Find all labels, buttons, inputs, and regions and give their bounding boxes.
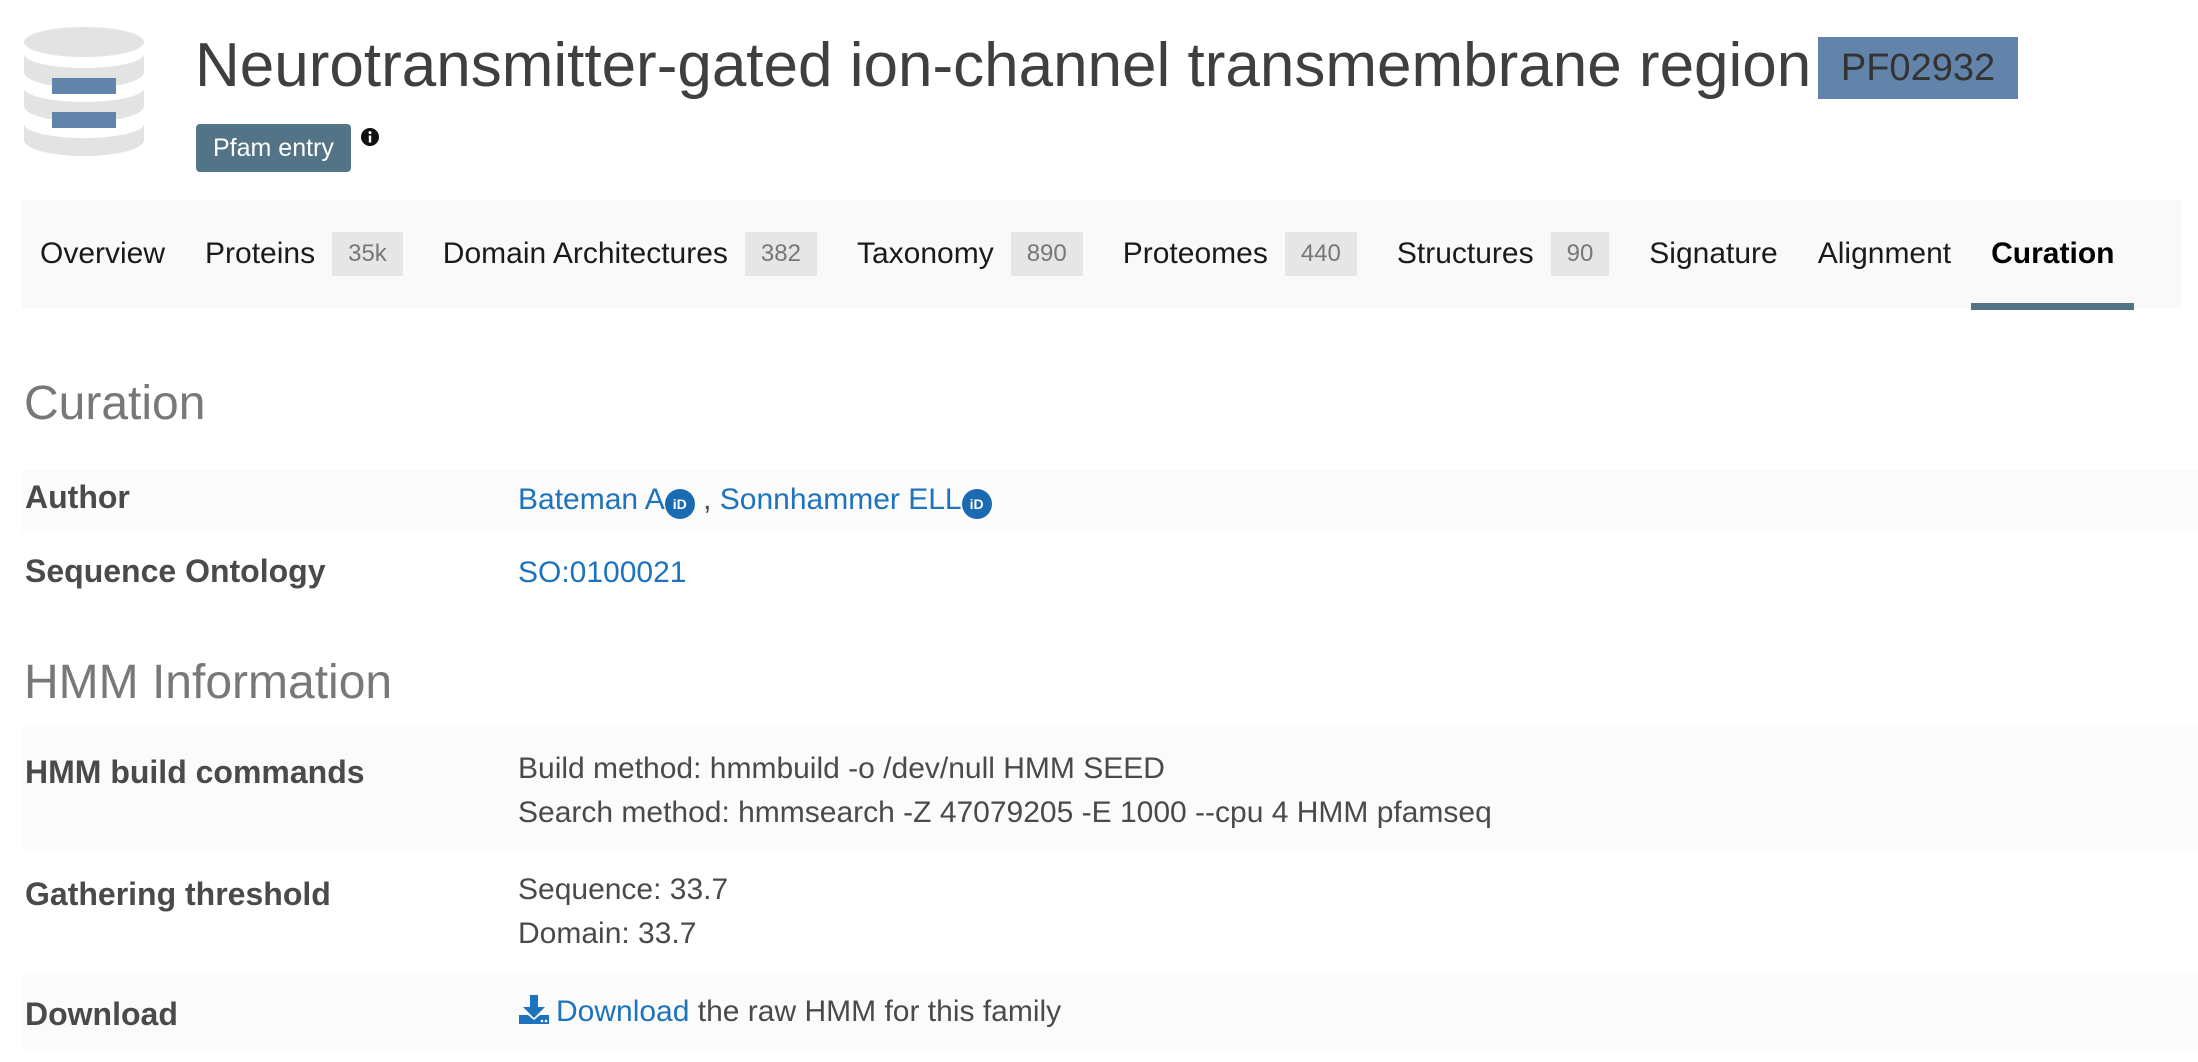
tab-domain-architectures[interactable]: Domain Architectures 382 bbox=[423, 200, 837, 308]
tab-label: Alignment bbox=[1817, 237, 1952, 270]
sequence-ontology-link[interactable]: SO:0100021 bbox=[518, 556, 686, 589]
hmm-heading: HMM Information bbox=[24, 656, 393, 709]
author-row: Author Bateman AiD , Sonnhammer ELL iD bbox=[22, 470, 2198, 532]
tab-label: Signature bbox=[1649, 237, 1778, 270]
page-title: Neurotransmitter-gated ion-channel trans… bbox=[195, 31, 1812, 100]
accession-badge: PF02932 bbox=[1818, 37, 2018, 99]
threshold-domain: Domain: 33.7 bbox=[518, 917, 697, 950]
database-icon bbox=[24, 27, 144, 156]
tab-count: 440 bbox=[1284, 232, 1357, 276]
orcid-icon[interactable]: iD bbox=[664, 489, 695, 519]
orcid-icon[interactable]: iD bbox=[961, 489, 992, 519]
download-link[interactable]: Download bbox=[556, 995, 689, 1028]
gathering-threshold-values: Sequence: 33.7 Domain: 33.7 bbox=[518, 868, 728, 956]
entry-type-badge: Pfam entry bbox=[196, 124, 351, 172]
tab-proteins[interactable]: Proteins 35k bbox=[185, 200, 423, 308]
hmm-build-row: HMM build commands Build method: hmmbuil… bbox=[22, 727, 2198, 851]
build-method: Build method: hmmbuild -o /dev/null HMM … bbox=[518, 752, 1165, 785]
curation-heading: Curation bbox=[24, 377, 206, 430]
download-suffix: the raw HMM for this family bbox=[689, 995, 1062, 1028]
hmm-build-label: HMM build commands bbox=[25, 754, 365, 790]
tab-signature[interactable]: Signature bbox=[1629, 200, 1797, 308]
download-value: Download the raw HMM for this family bbox=[518, 990, 1061, 1034]
search-method: Search method: hmmsearch -Z 47079205 -E … bbox=[518, 796, 1492, 829]
download-label: Download bbox=[25, 996, 178, 1032]
tab-count: 382 bbox=[744, 232, 817, 276]
tab-label: Structures bbox=[1396, 237, 1534, 270]
tab-alignment[interactable]: Alignment bbox=[1798, 200, 1971, 308]
tab-count: 35k bbox=[332, 232, 403, 276]
tab-label: Proteomes bbox=[1122, 237, 1268, 270]
tab-structures[interactable]: Structures 90 bbox=[1377, 200, 1629, 308]
sequence-ontology-row: Sequence Ontology SO:0100021 bbox=[22, 540, 2198, 606]
page: Neurotransmitter-gated ion-channel trans… bbox=[0, 0, 2198, 1062]
tab-label: Domain Architectures bbox=[442, 237, 728, 270]
tab-label: Curation bbox=[1991, 237, 2115, 270]
download-icon[interactable] bbox=[518, 993, 550, 1025]
tab-curation[interactable]: Curation bbox=[1971, 200, 2135, 310]
author-separator: , bbox=[694, 483, 720, 516]
tab-label: Proteins bbox=[205, 237, 316, 270]
tab-taxonomy[interactable]: Taxonomy 890 bbox=[837, 200, 1103, 308]
tab-label: Overview bbox=[40, 237, 166, 270]
hmm-build-commands: Build method: hmmbuild -o /dev/null HMM … bbox=[518, 747, 1492, 835]
tab-overview[interactable]: Overview bbox=[22, 200, 185, 308]
info-icon[interactable] bbox=[360, 127, 380, 147]
tab-proteomes[interactable]: Proteomes 440 bbox=[1103, 200, 1377, 308]
tab-count: 90 bbox=[1550, 232, 1610, 276]
gathering-threshold-row: Gathering threshold Sequence: 33.7 Domai… bbox=[22, 857, 2198, 967]
tab-label: Taxonomy bbox=[856, 237, 994, 270]
sequence-ontology-label: Sequence Ontology bbox=[25, 553, 326, 589]
author-label: Author bbox=[25, 479, 130, 515]
tab-count: 890 bbox=[1010, 232, 1083, 276]
author-link[interactable]: Sonnhammer ELL bbox=[720, 483, 962, 516]
tab-bar: Overview Proteins 35k Domain Architectur… bbox=[22, 200, 2182, 310]
download-row: Download Download the raw HMM for this f… bbox=[22, 973, 2198, 1051]
threshold-sequence: Sequence: 33.7 bbox=[518, 873, 729, 906]
author-list: Bateman AiD , Sonnhammer ELL iD bbox=[518, 478, 992, 522]
gathering-threshold-label: Gathering threshold bbox=[25, 876, 331, 912]
author-link[interactable]: Bateman A bbox=[518, 483, 665, 516]
